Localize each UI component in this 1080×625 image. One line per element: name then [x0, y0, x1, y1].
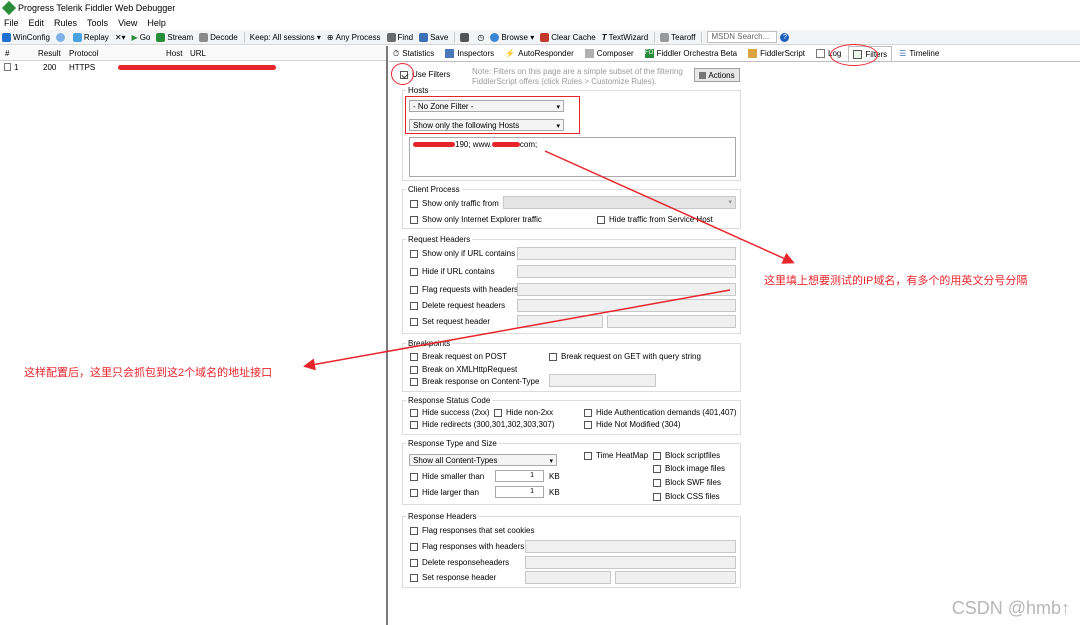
- arrow-to-right-note: [544, 150, 795, 264]
- annotation-right-note: 这里填上想要测试的IP域名，有多个的用英文分号分隔: [764, 275, 1028, 287]
- arrow-to-left-note: [303, 289, 731, 371]
- csdn-watermark: CSDN @hmb↑: [951, 598, 1070, 618]
- annotation-left-note: 这样配置后，这里只会抓包到这2个域名的地址接口: [24, 367, 273, 379]
- annotation-arrows: [303, 150, 795, 371]
